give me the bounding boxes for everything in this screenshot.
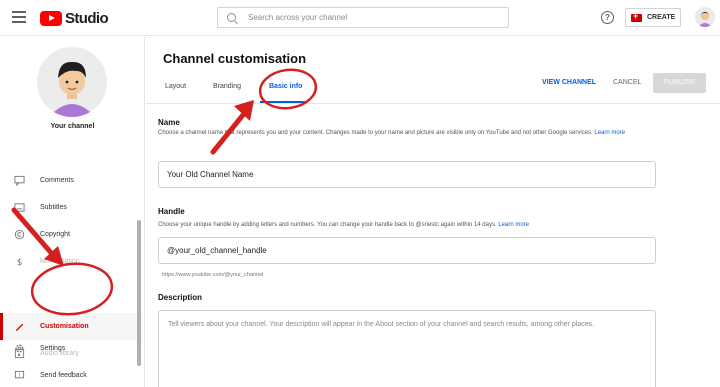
sidebar-item-label: Subtitles <box>40 204 67 211</box>
channel-name-value: Your Old Channel Name <box>167 170 254 179</box>
main-content: Channel customisation Layout Branding Ba… <box>146 37 720 387</box>
settings-icon <box>15 344 24 353</box>
page-title: Channel customisation <box>163 51 307 66</box>
account-avatar[interactable] <box>695 7 715 27</box>
tabs-divider <box>146 103 720 104</box>
publish-button[interactable]: PUBLISH <box>653 73 706 93</box>
comments-icon <box>14 175 25 186</box>
send-feedback-icon: ! <box>14 370 25 379</box>
name-heading: Name <box>158 118 180 127</box>
top-bar: Studio ? CREATE <box>0 0 720 36</box>
cancel-button[interactable]: CANCEL <box>613 79 641 86</box>
customisation-icon <box>15 323 24 332</box>
tab-basic-info[interactable]: Basic info <box>269 83 302 90</box>
create-video-icon <box>631 11 642 22</box>
handle-description: Choose your unique handle by adding lett… <box>158 221 648 230</box>
help-icon[interactable]: ? <box>601 11 614 24</box>
view-channel-button[interactable]: VIEW CHANNEL <box>542 79 596 86</box>
handle-learn-more-link[interactable]: Learn more <box>498 222 529 228</box>
sidebar-item-label: Comments <box>40 177 74 184</box>
create-label: CREATE <box>647 14 676 21</box>
sidebar-item-label: Monetisation <box>40 258 80 265</box>
handle-field[interactable]: @your_old_channel_handle <box>158 237 656 264</box>
tab-branding[interactable]: Branding <box>213 83 241 90</box>
logo-text: Studio <box>65 9 109 27</box>
handle-url: https://www.youtube.com/@your_channel <box>162 272 264 278</box>
sidebar-item-send-feedback[interactable]: ! Send feedback <box>0 362 138 387</box>
studio-logo[interactable]: Studio <box>40 9 109 27</box>
svg-text:!: ! <box>19 373 21 379</box>
sidebar-item-settings[interactable]: Settings <box>0 335 138 362</box>
sidebar-item-monetisation[interactable]: $ Monetisation <box>0 248 138 275</box>
handle-value: @your_old_channel_handle <box>167 246 267 255</box>
handle-description-text: Choose your unique handle by adding lett… <box>158 222 497 228</box>
sidebar-item-label: Send feedback <box>40 372 87 379</box>
svg-text:$: $ <box>17 257 23 267</box>
channel-label: Your channel <box>50 123 95 130</box>
studio-window: Studio ? CREATE <box>0 0 720 387</box>
sidebar-item-comments[interactable]: Comments <box>0 167 138 194</box>
name-description-text: Choose a channel name that represents yo… <box>158 130 593 136</box>
description-heading: Description <box>158 293 203 302</box>
handle-heading: Handle <box>158 207 185 216</box>
search-bar[interactable] <box>217 7 509 28</box>
name-description: Choose a channel name that represents yo… <box>158 129 648 138</box>
sidebar-item-label: Settings <box>40 345 66 352</box>
menu-icon[interactable] <box>12 11 26 23</box>
copyright-icon <box>14 229 25 240</box>
description-textarea[interactable]: Tell viewers about your channel. Your de… <box>158 310 656 387</box>
sidebar-item-subtitles[interactable]: Subtitles <box>0 194 138 221</box>
tab-layout[interactable]: Layout <box>165 83 186 90</box>
sidebar-item-copyright[interactable]: Copyright <box>0 221 138 248</box>
sidebar-item-label: Customisation <box>40 323 89 330</box>
search-icon <box>227 13 236 22</box>
name-learn-more-link[interactable]: Learn more <box>594 130 625 136</box>
monetisation-icon: $ <box>17 257 23 267</box>
create-button[interactable]: CREATE <box>625 8 681 27</box>
search-input[interactable] <box>248 13 488 22</box>
subtitles-icon <box>14 203 25 212</box>
channel-avatar[interactable] <box>37 47 107 117</box>
sidebar-item-label: Copyright <box>40 231 70 238</box>
channel-name-field[interactable]: Your Old Channel Name <box>158 161 656 188</box>
youtube-play-icon <box>40 10 62 26</box>
